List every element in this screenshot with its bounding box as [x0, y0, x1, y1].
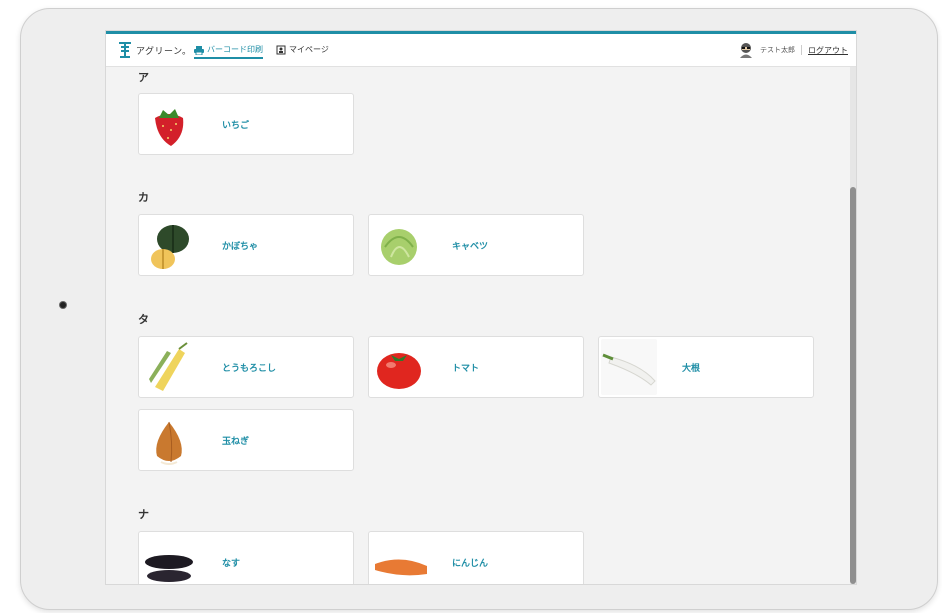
section-heading-a: ア [138, 71, 149, 84]
logout-link[interactable]: ログアウト [808, 45, 848, 56]
user-card-icon [276, 45, 286, 54]
app-screen: アグリーン。 バーコード印刷 マイページ テスト太郎 ログアウト ア いちご カ… [105, 30, 857, 585]
produce-name: キャベツ [452, 241, 489, 252]
scrollbar-thumb[interactable] [850, 187, 856, 584]
cabbage-icon [371, 217, 427, 273]
header-divider [801, 45, 802, 55]
scrollbar[interactable] [850, 67, 856, 584]
produce-name: とうもろこし [222, 363, 277, 374]
section-heading-ta: タ [138, 313, 149, 326]
printer-icon [194, 45, 204, 55]
avatar[interactable] [738, 42, 754, 58]
produce-name: なす [222, 558, 241, 569]
produce-card-strawberry[interactable]: いちご [138, 93, 354, 155]
tab-barcode-print-label: バーコード印刷 [207, 45, 263, 54]
produce-name: いちご [222, 120, 250, 131]
user-name: テスト太郎 [760, 46, 795, 54]
logo[interactable]: アグリーン。 [118, 41, 192, 59]
logo-text: アグリーン。 [136, 46, 192, 57]
section-heading-na: ナ [138, 508, 149, 521]
produce-name: 大根 [682, 363, 701, 374]
produce-card-cabbage[interactable]: キャベツ [368, 214, 584, 276]
eggplant-icon [141, 534, 197, 584]
tomato-icon [371, 339, 427, 395]
onion-icon [141, 412, 197, 468]
produce-card-eggplant[interactable]: なす [138, 531, 354, 584]
produce-name: かぼちゃ [222, 241, 259, 252]
strawberry-icon [141, 96, 197, 152]
leaf-logo-icon [119, 42, 131, 58]
tab-barcode-print[interactable]: バーコード印刷 [194, 44, 263, 59]
app-header: アグリーン。 バーコード印刷 マイページ テスト太郎 ログアウト [106, 31, 856, 67]
daikon-icon [601, 339, 657, 395]
section-heading-ka: カ [138, 191, 149, 204]
produce-card-daikon[interactable]: 大根 [598, 336, 814, 398]
camera-dot [60, 302, 66, 308]
pumpkin-icon [141, 217, 197, 273]
produce-name: にんじん [452, 558, 489, 569]
carrot-icon [371, 534, 427, 584]
produce-name: 玉ねぎ [222, 436, 250, 447]
produce-card-onion[interactable]: 玉ねぎ [138, 409, 354, 471]
produce-card-carrot[interactable]: にんじん [368, 531, 584, 584]
produce-card-pumpkin[interactable]: かぼちゃ [138, 214, 354, 276]
produce-card-corn[interactable]: とうもろこし [138, 336, 354, 398]
produce-card-tomato[interactable]: トマト [368, 336, 584, 398]
tab-mypage-label: マイページ [289, 45, 329, 54]
user-area: テスト太郎 ログアウト [738, 42, 848, 58]
corn-icon [141, 339, 197, 395]
produce-name: トマト [452, 363, 480, 374]
tab-mypage[interactable]: マイページ [276, 44, 329, 55]
